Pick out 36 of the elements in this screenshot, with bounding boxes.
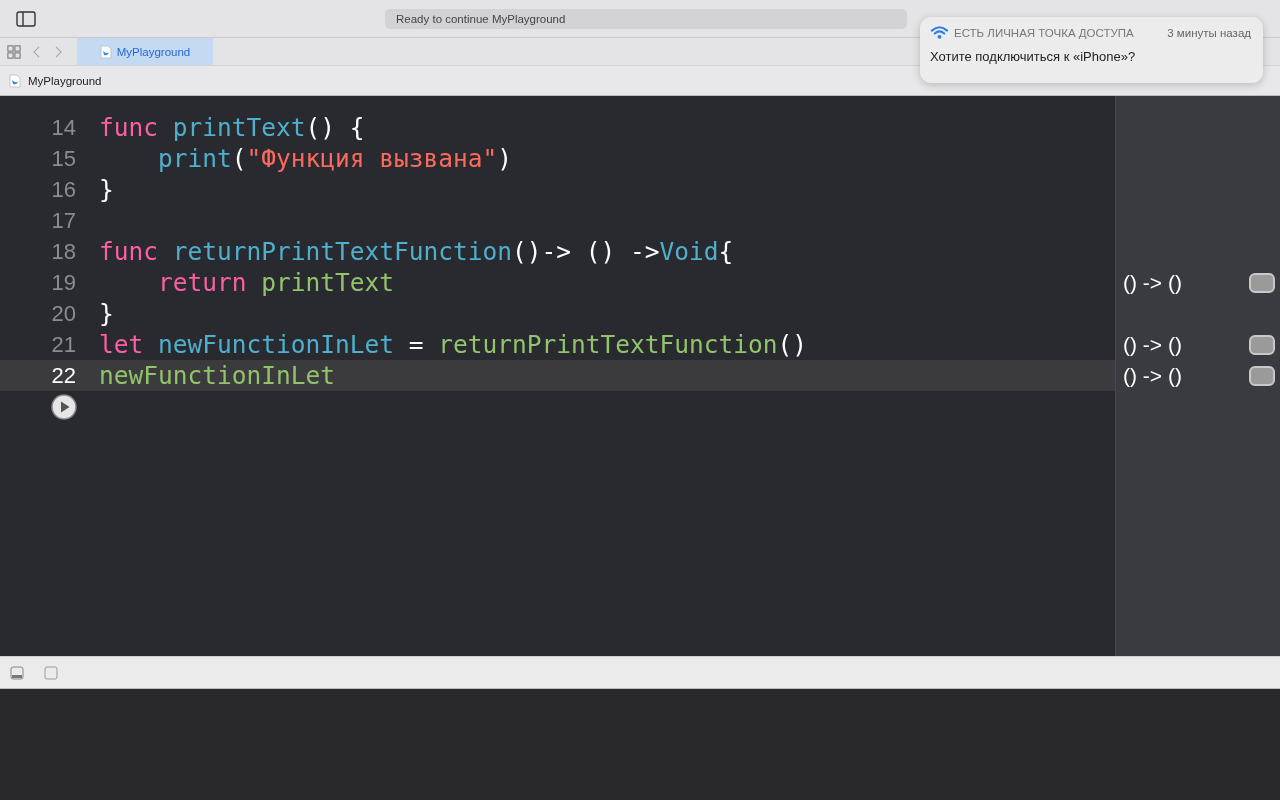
line-number: 20: [50, 300, 76, 327]
console-panel-icon[interactable]: [10, 665, 24, 680]
sidebar-toggle-icon[interactable]: [16, 10, 36, 27]
line-number: 21: [50, 331, 76, 358]
code-line: return printText: [157, 268, 395, 297]
wifi-icon: [930, 25, 949, 40]
notification-banner[interactable]: ЕСТЬ ЛИЧНАЯ ТОЧКА ДОСТУПА 3 минуты назад Хотите подключиться к «iPhone»?: [920, 17, 1263, 83]
line-number: 17: [50, 207, 76, 234]
line-number: 16: [50, 176, 76, 203]
line-number: 18: [50, 238, 76, 265]
run-play-icon[interactable]: [51, 393, 77, 420]
swift-file-icon: [99, 44, 112, 59]
code-line: func printText() {: [99, 113, 365, 142]
quick-look-icon[interactable]: [1249, 334, 1275, 355]
editor-tab[interactable]: MyPlayground: [77, 38, 213, 65]
line-number: 15: [50, 145, 76, 172]
code-line: print("Функция вызвана"): [157, 144, 513, 173]
notification-message: Хотите подключиться к «iPhone»?: [930, 49, 1137, 64]
result-value: () -> (): [1123, 270, 1183, 295]
line-number: 19: [50, 269, 76, 296]
code-line: }: [99, 175, 114, 204]
result-value: () -> (): [1123, 363, 1183, 388]
notification-title: ЕСТЬ ЛИЧНАЯ ТОЧКА ДОСТУПА: [954, 26, 1134, 39]
notification-time: 3 минуты назад: [1167, 26, 1251, 39]
result-value: () -> (): [1123, 332, 1183, 357]
code-line: }: [99, 299, 114, 328]
quick-look-icon[interactable]: [1249, 365, 1275, 386]
line-number: 22: [50, 362, 76, 389]
code-line: newFunctionInLet: [99, 361, 335, 390]
quick-look-icon[interactable]: [1249, 272, 1275, 293]
status-text: Ready to continue MyPlayground: [396, 12, 566, 25]
line-number: 14: [50, 114, 76, 141]
code-line: func returnPrintTextFunction()-> () ->Void{: [99, 237, 734, 266]
swift-file-icon: [9, 73, 21, 88]
code-line: let newFunctionInLet = returnPrintTextFunction(): [99, 330, 808, 359]
breadcrumb-item[interactable]: MyPlayground: [28, 74, 102, 87]
